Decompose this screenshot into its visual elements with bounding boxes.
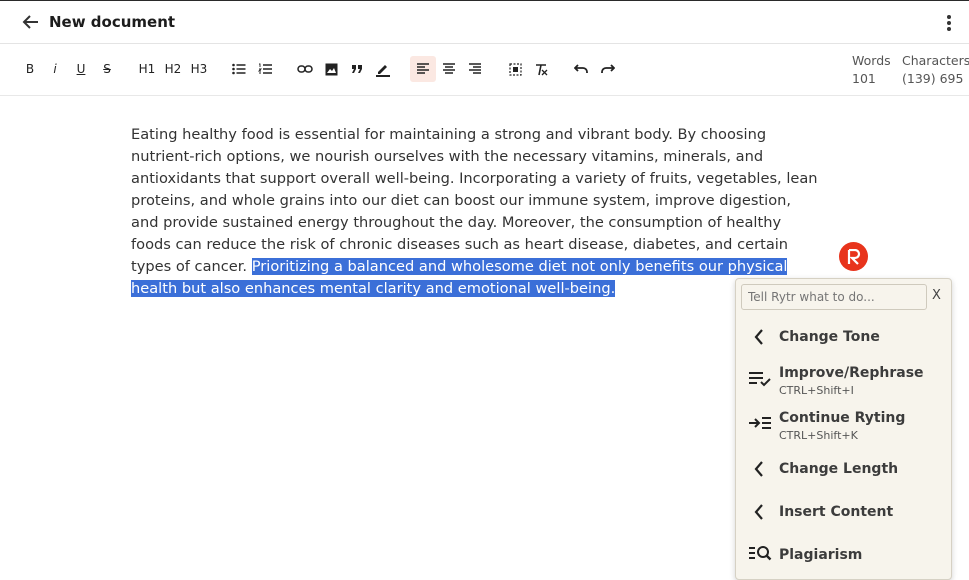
align-center-icon[interactable] [440,58,458,80]
rytr-command-input[interactable] [741,284,927,310]
underline-label: U [76,62,86,76]
character-count: Characters (139) 695 [902,52,969,88]
header-bar: New document [0,1,969,44]
document-text[interactable]: Eating healthy food is essential for mai… [131,126,818,275]
strike-label: S [103,62,111,76]
word-count-label: Words [852,53,891,68]
bold-button[interactable]: B [21,58,39,80]
heading3-button[interactable]: H3 [190,58,208,80]
word-count-value: 101 [852,71,876,86]
redo-icon[interactable] [598,58,616,80]
italic-label: i [53,62,57,76]
heading1-button[interactable]: H1 [138,58,156,80]
chevron-left-icon [748,327,772,347]
menu-item-label: Insert Content [779,504,894,520]
menu-item-label: Change Tone [779,329,880,345]
plagiarism-icon [748,544,772,564]
character-count-label: Characters [902,53,969,68]
menu-item-continue-ryting[interactable]: Continue Ryting CTRL+Shift+K [736,408,951,448]
underline-button[interactable]: U [72,58,90,80]
bold-label: B [25,62,35,76]
menu-item-change-tone[interactable]: Change Tone [736,319,951,359]
more-options-icon[interactable] [938,13,960,33]
menu-item-insert-content[interactable]: Insert Content [736,494,951,534]
rytr-command-panel: X Change Tone Improve/Rephrase CTRL+Shif… [735,278,952,580]
character-count-value: (139) 695 [902,71,964,86]
link-icon[interactable] [296,58,314,80]
menu-item-label: Change Length [779,461,899,477]
quote-icon[interactable] [348,58,366,80]
back-arrow-icon[interactable] [20,11,42,33]
document-body[interactable]: Eating healthy food is essential for mai… [131,124,821,300]
h2-label: H2 [164,62,182,76]
clear-format-icon[interactable] [532,58,550,80]
select-all-icon[interactable] [506,58,524,80]
highlight-pen-icon[interactable] [374,58,392,80]
page-title: New document [49,13,176,31]
formatting-toolbar: B i U S H1 H2 H3 Words 101 Characters (1… [0,44,969,96]
menu-item-shortcut: CTRL+Shift+K [779,429,858,442]
improve-icon [748,369,772,389]
menu-item-shortcut: CTRL+Shift+I [779,384,854,397]
align-right-icon[interactable] [466,58,484,80]
rytr-logo-icon[interactable] [839,242,868,271]
numbered-list-icon[interactable] [256,58,274,80]
menu-item-improve-rephrase[interactable]: Improve/Rephrase CTRL+Shift+I [736,363,951,403]
italic-button[interactable]: i [46,58,64,80]
image-icon[interactable] [322,58,340,80]
heading2-button[interactable]: H2 [164,58,182,80]
strikethrough-button[interactable]: S [98,58,116,80]
menu-item-label: Continue Ryting [779,410,906,426]
align-left-icon[interactable] [410,56,436,82]
menu-item-label: Improve/Rephrase [779,365,924,381]
h3-label: H3 [190,62,208,76]
chevron-left-icon [748,459,772,479]
bullet-list-icon[interactable] [230,58,248,80]
close-panel-button[interactable]: X [932,288,941,303]
chevron-left-icon [748,502,772,522]
undo-icon[interactable] [572,58,590,80]
h1-label: H1 [138,62,156,76]
menu-item-label: Plagiarism [779,547,863,563]
menu-item-change-length[interactable]: Change Length [736,451,951,491]
menu-item-plagiarism[interactable]: Plagiarism [736,537,951,577]
continue-icon [748,414,772,434]
word-count: Words 101 [852,52,891,88]
